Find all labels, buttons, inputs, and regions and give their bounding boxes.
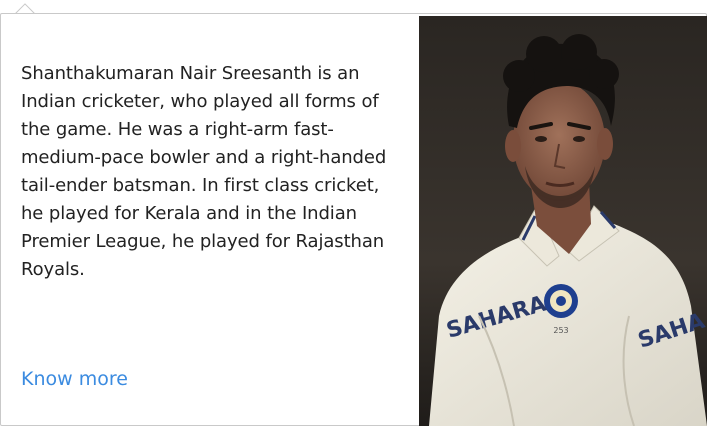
info-popover: Shanthakumaran Nair Sreesanth is an Indi… <box>0 13 707 426</box>
player-photo: 253 SAHARA SAHA <box>419 16 707 426</box>
shirt-number: 253 <box>553 326 568 335</box>
bio-text: Shanthakumaran Nair Sreesanth is an Indi… <box>21 63 387 280</box>
know-more-link[interactable]: Know more <box>21 368 128 390</box>
